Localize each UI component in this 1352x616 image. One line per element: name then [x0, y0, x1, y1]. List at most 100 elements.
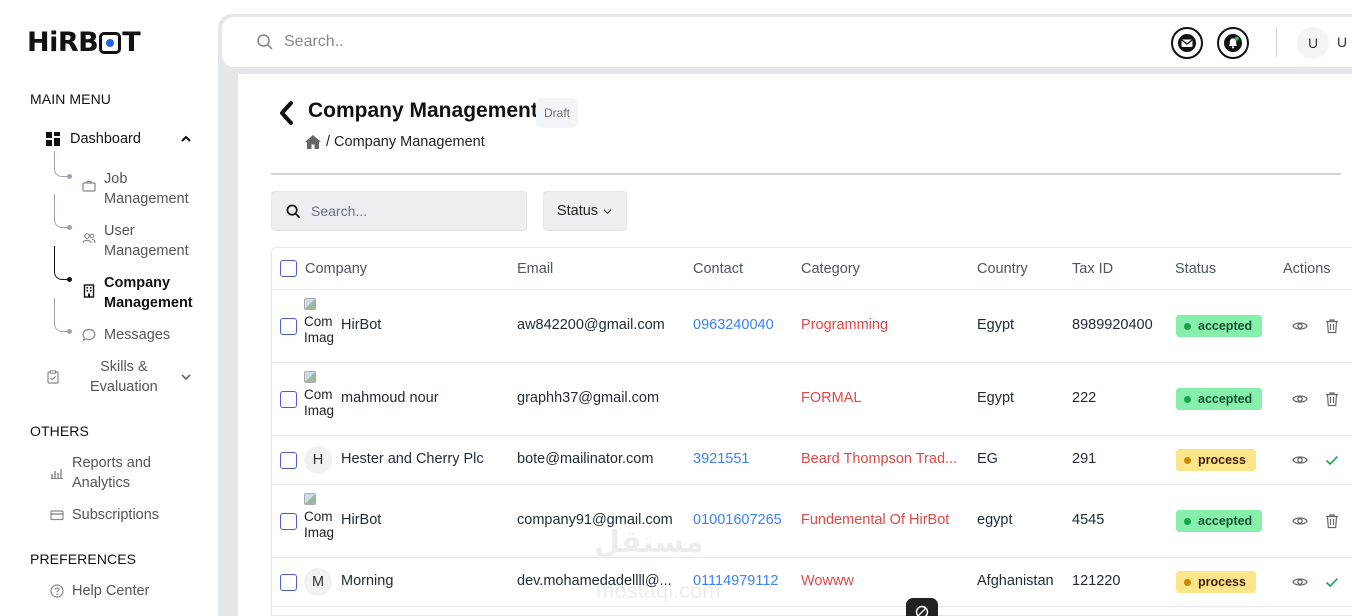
sidebar-item-help-center[interactable]: Help Center	[50, 581, 149, 601]
company-email: graphh37@gmail.com	[517, 390, 660, 406]
floating-button[interactable]	[906, 598, 938, 616]
sidebar-item-dashboard[interactable]: Dashboard	[46, 129, 141, 149]
company-email: aw842200@gmail.com	[517, 317, 665, 333]
user-avatar[interactable]: U	[1297, 27, 1329, 59]
notifications-button[interactable]	[1217, 27, 1249, 59]
col-status[interactable]: Status	[1175, 261, 1216, 277]
row-checkbox[interactable]	[280, 452, 297, 469]
sidebar-item-company-management[interactable]: Company Management	[82, 273, 193, 313]
table-search[interactable]: Search...	[271, 191, 527, 231]
company-category: FORMAL	[801, 390, 862, 406]
eye-icon[interactable]	[1292, 452, 1308, 468]
eye-icon	[99, 31, 122, 54]
broken-image-icon	[304, 298, 316, 310]
company-contact[interactable]: 0963240040	[693, 317, 774, 333]
company-category: Beard Thompson Trad...	[801, 451, 958, 467]
mail-button[interactable]	[1171, 27, 1203, 59]
company-country: EG	[977, 451, 998, 467]
trash-icon[interactable]	[1324, 513, 1340, 529]
company-tax-id: 4545	[1072, 512, 1105, 528]
status-filter[interactable]: Status	[543, 191, 627, 231]
table-header-row: Company Email Contact Category Country T…	[272, 248, 1352, 290]
table-search-input[interactable]: Search...	[311, 203, 367, 219]
tree-dot	[67, 329, 72, 334]
eye-icon[interactable]	[1292, 513, 1308, 529]
eye-icon[interactable]	[1292, 574, 1308, 590]
company-country: Afghanistan	[977, 573, 1054, 589]
chevron-down-icon	[602, 206, 613, 217]
breadcrumb-separator: /	[326, 134, 331, 150]
preferences-title: PREFERENCES	[30, 551, 137, 567]
status-badge: accepted	[1176, 510, 1263, 532]
col-contact[interactable]: Contact	[693, 261, 743, 277]
sidebar-item-user-management[interactable]: User Management	[82, 221, 189, 261]
table-row[interactable]: Com Imag HirBot aw842200@gmail.com 09632…	[272, 290, 1352, 363]
briefcase-icon	[82, 179, 96, 193]
row-checkbox[interactable]	[280, 391, 297, 408]
company-logo: Com Imag	[304, 298, 334, 348]
eye-icon[interactable]	[1292, 391, 1308, 407]
row-checkbox[interactable]	[280, 574, 297, 591]
tree-connector	[54, 298, 68, 332]
chevron-left-icon	[277, 101, 297, 130]
page-title: Company Management	[308, 99, 538, 122]
trash-icon[interactable]	[1324, 391, 1340, 407]
sidebar-item-reports[interactable]: Reports and Analytics	[50, 453, 151, 493]
tree-dot	[67, 174, 72, 179]
col-tax-id[interactable]: Tax ID	[1072, 261, 1113, 277]
search-icon	[286, 204, 301, 219]
sidebar-item-skills-evaluation[interactable]: Skills & Evaluation	[46, 357, 158, 397]
check-icon[interactable]	[1324, 452, 1340, 468]
back-button[interactable]	[277, 100, 297, 126]
status-badge: process	[1176, 449, 1256, 471]
col-email[interactable]: Email	[517, 261, 553, 277]
status-badge: accepted	[1176, 315, 1263, 337]
select-all-checkbox[interactable]	[280, 260, 297, 277]
row-checkbox[interactable]	[280, 513, 297, 530]
company-contact[interactable]: 01001607265	[693, 512, 782, 528]
global-search-input[interactable]: Search..	[284, 33, 344, 51]
col-country[interactable]: Country	[977, 261, 1028, 277]
trash-icon[interactable]	[1324, 318, 1340, 334]
company-logo: Com Imag	[304, 493, 334, 543]
status-badge: accepted	[1176, 388, 1263, 410]
sidebar-item-subscriptions[interactable]: Subscriptions	[50, 505, 159, 525]
company-category: Fundemental Of HirBot	[801, 512, 950, 528]
company-country: Egypt	[977, 390, 1015, 406]
company-name: Hester and Cherry Plc	[341, 451, 484, 467]
table-row[interactable]: Com Imag mahmoud nour graphh37@gmail.com…	[272, 363, 1352, 436]
company-email: bote@mailinator.com	[517, 451, 654, 467]
col-company[interactable]: Company	[305, 261, 367, 277]
company-country: Egypt	[977, 317, 1015, 333]
hirbot-logo[interactable]: HiRB T	[27, 27, 141, 58]
company-name: Morning	[341, 573, 394, 589]
table-row[interactable]: Com Imag HirBot company91@gmail.com 0100…	[272, 485, 1352, 558]
bar-chart-icon	[50, 466, 64, 480]
user-name[interactable]: U	[1337, 34, 1347, 50]
bell-icon	[1223, 33, 1243, 53]
chevron-up-icon[interactable]	[179, 132, 193, 146]
company-name: HirBot	[341, 512, 382, 528]
company-category: Programming	[801, 317, 889, 333]
credit-card-icon	[50, 508, 64, 522]
breadcrumb-current: Company Management	[334, 134, 485, 150]
home-icon[interactable]	[304, 134, 322, 150]
global-search[interactable]: Search..	[256, 33, 344, 51]
col-category[interactable]: Category	[801, 261, 860, 277]
table-row[interactable]: H Hester and Cherry Plc bote@mailinator.…	[272, 436, 1352, 485]
sidebar-item-messages[interactable]: Messages	[82, 325, 170, 345]
table-row[interactable]: M Morning dev.mohamedadellll@... 0111497…	[272, 558, 1352, 607]
sidebar-item-job-management[interactable]: Job Management	[82, 169, 189, 209]
company-table: Company Email Contact Category Country T…	[271, 247, 1352, 616]
breadcrumb: / Company Management	[304, 134, 485, 150]
header-divider	[271, 173, 1341, 175]
chevron-down-icon[interactable]	[179, 370, 193, 384]
search-icon	[256, 33, 274, 51]
tree-dot	[67, 225, 72, 230]
check-icon[interactable]	[1324, 574, 1340, 590]
row-checkbox[interactable]	[280, 318, 297, 335]
tree-dot-active	[67, 277, 72, 282]
eye-icon[interactable]	[1292, 318, 1308, 334]
company-contact[interactable]: 3921551	[693, 451, 749, 467]
tree-connector	[54, 194, 68, 228]
